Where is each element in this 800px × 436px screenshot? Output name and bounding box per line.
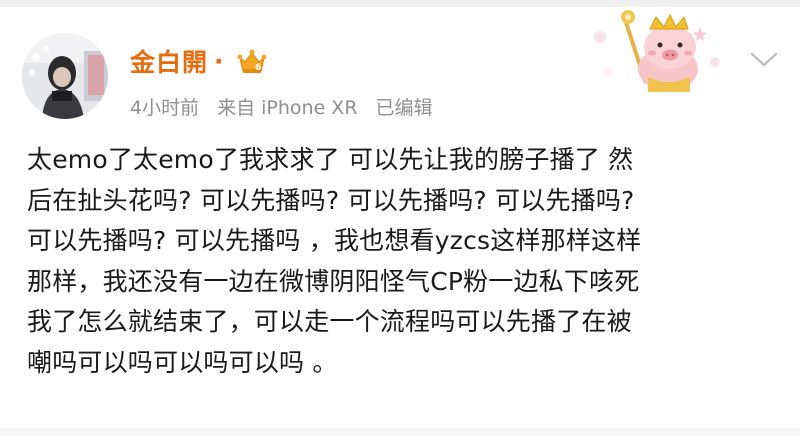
content-line: 我了怎么就结束了，可以走一个流程吗可以先播了在被	[27, 307, 632, 336]
post-time: 4小时前	[130, 97, 200, 119]
avatar[interactable]	[22, 33, 108, 119]
content-line: 后在扯头花吗? 可以先播吗? 可以先播吗? 可以先播吗?	[27, 185, 635, 215]
name-separator: ·	[214, 46, 224, 76]
bottom-divider	[0, 428, 800, 436]
content-line: 嘲吗可以吗可以吗可以吗 。	[27, 347, 338, 377]
vip-level-text: 6	[255, 63, 261, 73]
post-source: 来自 iPhone XR	[217, 97, 358, 119]
post-content: 太emo了太emo了我求求了 可以先让我的膀子播了 然 后在扯头花吗? 可以先播…	[27, 140, 777, 383]
vip-crown-icon[interactable]: 6	[236, 45, 268, 77]
author-row: 金白開 · 6	[130, 41, 268, 81]
edited-label[interactable]: 已编辑	[376, 93, 433, 120]
author-name[interactable]: 金白開	[130, 43, 208, 79]
content-line: 太emo了太emo了我求求了 可以先让我的膀子播了 然	[27, 145, 634, 174]
avatar-image	[22, 33, 108, 119]
top-divider	[0, 0, 800, 7]
pig-with-crown-decoration	[594, 10, 720, 92]
chevron-down-icon[interactable]	[750, 51, 778, 69]
content-line: 可以先播吗? 可以先播吗 ，我也想看yzcs这样那样这样	[27, 226, 642, 255]
post-meta: 4小时前 来自 iPhone XR 已编辑	[130, 93, 433, 120]
content-line: 那样，我还没有一边在微博阴阳怪气CP粉一边私下咳死	[27, 266, 640, 296]
post-header: 金白開 · 6 4小时前 来自 iPhone XR 已编辑	[0, 7, 800, 127]
